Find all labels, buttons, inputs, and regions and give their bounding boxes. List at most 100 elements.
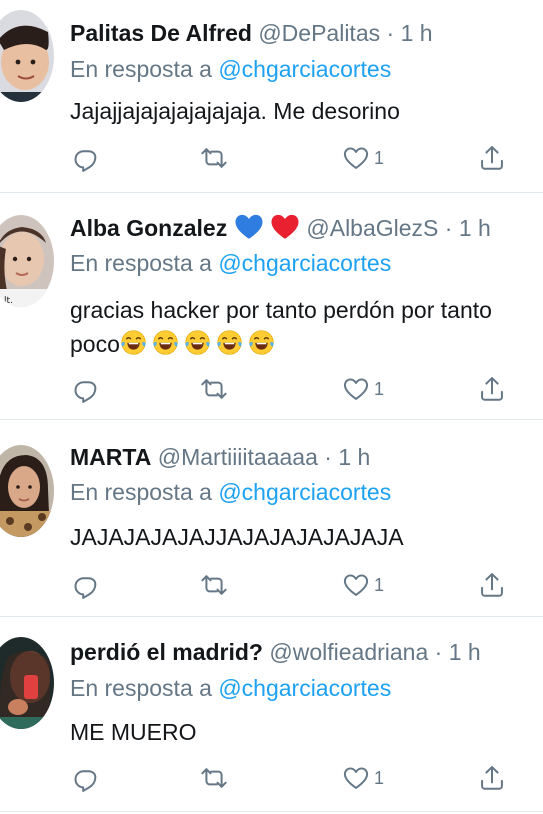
like-icon — [342, 764, 370, 792]
reply-to-handle[interactable]: @chgarciacortes — [218, 250, 391, 276]
avatar[interactable] — [0, 10, 54, 102]
tears-of-joy-icon — [216, 329, 243, 356]
share-button[interactable] — [478, 763, 506, 793]
retweet-icon — [200, 571, 228, 599]
tweet[interactable]: lt. Alba Gonzalez @AlbaGlezS · 1 h En re… — [0, 193, 543, 419]
tweet-actions: 1 — [70, 763, 510, 793]
red-heart-icon — [271, 214, 299, 239]
reply-icon — [72, 375, 100, 403]
timestamp[interactable]: 1 h — [449, 639, 481, 665]
avatar-image: lt. — [0, 215, 54, 307]
reply-button[interactable] — [72, 763, 100, 793]
like-button[interactable]: 1 — [342, 763, 384, 793]
reply-prefix: En resposta a — [70, 675, 212, 701]
share-icon — [478, 764, 506, 792]
tears-of-joy-icon — [248, 329, 275, 356]
like-count: 1 — [374, 378, 385, 399]
user-handle[interactable]: @DePalitas — [258, 20, 380, 46]
tweet-header: Alba Gonzalez @AlbaGlezS · 1 h — [70, 213, 543, 242]
share-icon — [478, 375, 506, 403]
tears-of-joy-icon — [152, 329, 179, 356]
tweet-text-line: ME MUERO — [70, 719, 197, 745]
tears-of-joy-icon — [120, 329, 147, 356]
tweet[interactable]: MARTA @Martiiiitaaaaa · 1 h En resposta … — [0, 420, 543, 616]
tweet[interactable]: perdió el madrid? @wolfieadriana · 1 h E… — [0, 617, 543, 814]
tweet-actions: 1 — [70, 374, 510, 404]
display-name[interactable]: perdió el madrid? — [70, 639, 263, 665]
separator-dot: · — [434, 639, 443, 665]
avatar[interactable]: lt. — [0, 215, 54, 307]
separator-dot: · — [444, 215, 453, 241]
reply-to-handle[interactable]: @chgarciacortes — [218, 56, 391, 82]
tweet-text: ME MUERO — [70, 716, 543, 749]
svg-text:lt.: lt. — [4, 296, 13, 306]
tweet-text: JAJAJAJAJAJJAJAJAJAJAJAJA — [70, 521, 543, 554]
share-button[interactable] — [478, 374, 506, 404]
display-name[interactable]: Palitas De Alfred — [70, 20, 252, 46]
avatar-image — [0, 445, 54, 537]
reply-button[interactable] — [72, 374, 100, 404]
reply-context: En resposta a @chgarciacortes — [70, 249, 391, 277]
like-button[interactable]: 1 — [342, 143, 384, 173]
user-handle[interactable]: @Martiiiitaaaaa — [158, 444, 318, 470]
retweet-icon — [200, 375, 228, 403]
timestamp[interactable]: 1 h — [401, 20, 433, 46]
avatar-image — [0, 637, 54, 729]
avatar[interactable] — [0, 637, 54, 729]
share-icon — [478, 144, 506, 172]
separator-dot: · — [386, 20, 395, 46]
tweet-actions: 1 — [70, 143, 510, 173]
like-icon — [342, 571, 370, 599]
retweet-button[interactable] — [200, 374, 228, 404]
tears-of-joy-icon — [184, 329, 211, 356]
display-name[interactable]: MARTA — [70, 444, 151, 470]
like-count: 1 — [374, 767, 385, 788]
reply-prefix: En resposta a — [70, 479, 212, 505]
like-count: 1 — [374, 574, 385, 595]
retweet-icon — [200, 144, 228, 172]
share-button[interactable] — [478, 143, 506, 173]
timestamp[interactable]: 1 h — [338, 444, 370, 470]
reply-context: En resposta a @chgarciacortes — [70, 55, 391, 83]
tweet[interactable]: Palitas De Alfred @DePalitas · 1 h En re… — [0, 0, 543, 192]
reply-icon — [72, 571, 100, 599]
user-handle[interactable]: @wolfieadriana — [269, 639, 428, 665]
retweet-button[interactable] — [200, 763, 228, 793]
reply-context: En resposta a @chgarciacortes — [70, 674, 391, 702]
reply-icon — [72, 764, 100, 792]
reply-to-handle[interactable]: @chgarciacortes — [218, 675, 391, 701]
retweet-button[interactable] — [200, 143, 228, 173]
tweet-actions: 1 — [70, 570, 510, 600]
divider — [0, 811, 543, 812]
share-icon — [478, 571, 506, 599]
avatar-image — [0, 10, 54, 102]
like-button[interactable]: 1 — [342, 570, 384, 600]
user-handle[interactable]: @AlbaGlezS — [306, 215, 438, 241]
tweet-text: Jajajjajajajajajajaja. Me desorino — [70, 95, 543, 128]
timestamp[interactable]: 1 h — [459, 215, 491, 241]
like-icon — [342, 144, 370, 172]
separator-dot: · — [324, 444, 332, 470]
tweet-header: Palitas De Alfred @DePalitas · 1 h — [70, 19, 543, 47]
blue-heart-icon — [235, 214, 263, 239]
reply-prefix: En resposta a — [70, 250, 212, 276]
tweet-text-line: JAJAJAJAJAJJAJAJAJAJAJAJA — [70, 524, 404, 550]
reply-button[interactable] — [72, 570, 100, 600]
tweet-feed: Palitas De Alfred @DePalitas · 1 h En re… — [0, 0, 543, 814]
like-icon — [342, 375, 370, 403]
reply-to-handle[interactable]: @chgarciacortes — [218, 479, 391, 505]
tweet-text: gracias hacker por tanto perdón por tant… — [70, 294, 543, 327]
retweet-button[interactable] — [200, 570, 228, 600]
reply-icon — [72, 144, 100, 172]
reply-prefix: En resposta a — [70, 56, 212, 82]
tweet-header: perdió el madrid? @wolfieadriana · 1 h — [70, 638, 543, 666]
tweet-header: MARTA @Martiiiitaaaaa · 1 h — [70, 443, 543, 471]
share-button[interactable] — [478, 570, 506, 600]
like-count: 1 — [374, 147, 385, 168]
tweet-text-line: Jajajjajajajajajajaja. Me desorino — [70, 98, 400, 124]
display-name[interactable]: Alba Gonzalez — [70, 215, 227, 241]
tweet-text-line: gracias hacker por tanto perdón por tant… — [70, 297, 492, 323]
avatar[interactable] — [0, 445, 54, 537]
like-button[interactable]: 1 — [342, 374, 384, 404]
reply-button[interactable] — [72, 143, 100, 173]
